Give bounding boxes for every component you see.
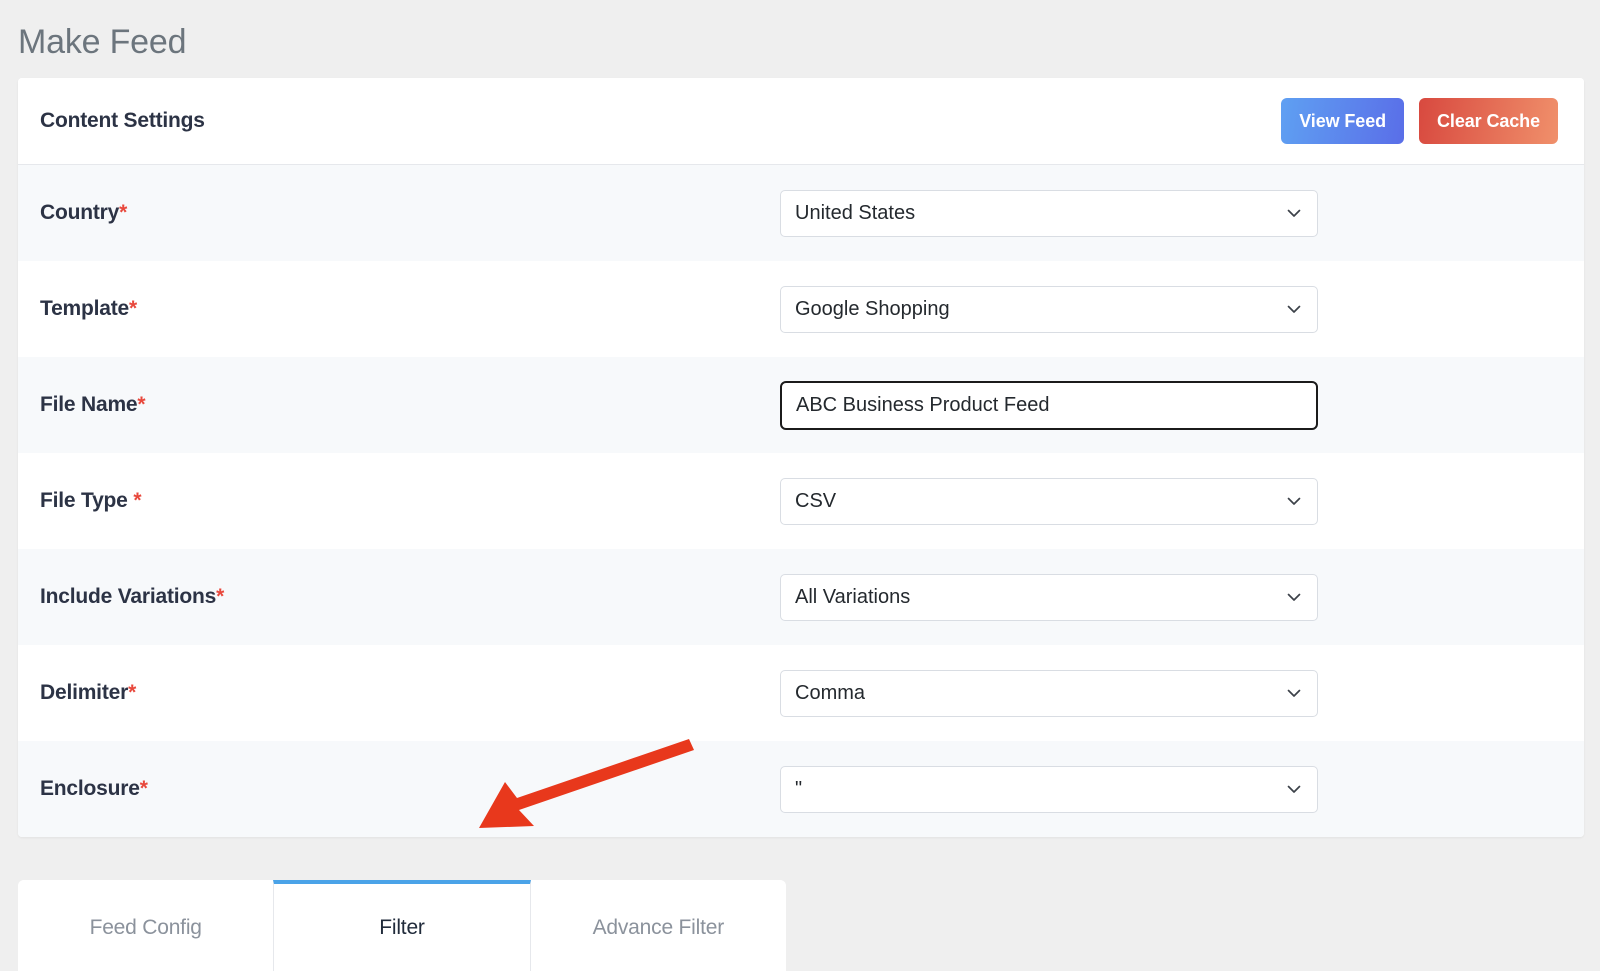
file-type-select[interactable]: CSV (780, 477, 1318, 525)
delimiter-select[interactable]: Comma (780, 669, 1318, 717)
clear-cache-button[interactable]: Clear Cache (1419, 98, 1558, 144)
template-select-wrap: Google Shopping (780, 285, 1318, 333)
tab-strip: Feed Config Filter Advance Filter (18, 880, 786, 971)
form-row-delimiter: Delimiter* Comma (18, 645, 1584, 741)
delimiter-select-wrap: Comma (780, 669, 1318, 717)
form-row-enclosure: Enclosure* " (18, 741, 1584, 837)
page-title: Make Feed (18, 23, 187, 61)
label-country-required: * (119, 201, 128, 224)
label-delimiter-required: * (128, 681, 137, 704)
card-header-title: Content Settings (40, 109, 205, 132)
country-select[interactable]: United States (780, 189, 1318, 237)
tab-advance-filter[interactable]: Advance Filter (530, 880, 786, 971)
card-header: Content Settings View Feed Clear Cache (18, 78, 1584, 165)
card-header-actions: View Feed Clear Cache (1281, 98, 1558, 144)
label-include-variations-required: * (216, 585, 225, 608)
label-delimiter-text: Delimiter (40, 681, 129, 704)
label-enclosure-text: Enclosure (40, 777, 140, 800)
label-file-type: File Type * (40, 489, 780, 513)
enclosure-select[interactable]: " (780, 765, 1318, 813)
label-template: Template* (40, 297, 780, 321)
enclosure-select-wrap: " (780, 765, 1318, 813)
label-file-name-required: * (137, 393, 146, 416)
include-variations-select-wrap: All Variations (780, 573, 1318, 621)
tab-filter[interactable]: Filter (273, 880, 531, 971)
label-file-type-text: File Type (40, 489, 134, 512)
label-include-variations: Include Variations* (40, 585, 780, 609)
tab-feed-config[interactable]: Feed Config (18, 880, 274, 971)
file-name-input[interactable] (780, 380, 1318, 430)
file-type-select-wrap: CSV (780, 477, 1318, 525)
form-row-template: Template* Google Shopping (18, 261, 1584, 357)
form-row-country: Country* United States (18, 165, 1584, 261)
form-row-file-name: File Name* (18, 357, 1584, 453)
file-name-input-wrap (780, 380, 1318, 430)
label-enclosure: Enclosure* (40, 777, 780, 801)
label-template-text: Template (40, 297, 130, 320)
label-template-required: * (129, 297, 138, 320)
form-row-file-type: File Type * CSV (18, 453, 1584, 549)
country-select-wrap: United States (780, 189, 1318, 237)
label-country-text: Country (40, 201, 120, 224)
label-file-name: File Name* (40, 393, 780, 417)
label-include-variations-text: Include Variations (40, 585, 217, 608)
label-file-name-text: File Name (40, 393, 138, 416)
template-select[interactable]: Google Shopping (780, 285, 1318, 333)
label-enclosure-required: * (139, 777, 148, 800)
content-settings-card: Content Settings View Feed Clear Cache C… (18, 78, 1584, 837)
label-country: Country* (40, 201, 780, 225)
form-row-include-variations: Include Variations* All Variations (18, 549, 1584, 645)
view-feed-button[interactable]: View Feed (1281, 98, 1405, 144)
label-file-type-required: * (133, 489, 142, 512)
include-variations-select[interactable]: All Variations (780, 573, 1318, 621)
label-delimiter: Delimiter* (40, 681, 780, 705)
